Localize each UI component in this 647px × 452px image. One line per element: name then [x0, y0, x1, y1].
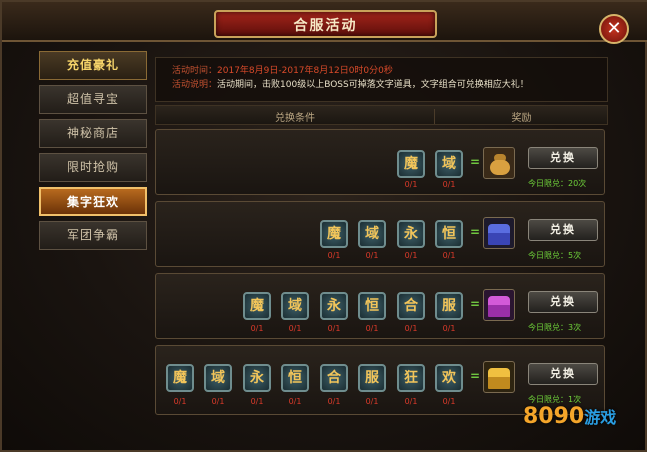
sidebar-item-flash-sale[interactable]: 限时抢购	[39, 153, 147, 182]
column-condition: 兑换条件	[156, 109, 435, 124]
title-plate: 合服活动	[214, 10, 437, 38]
word-count: 0/1	[442, 397, 456, 406]
word-tile: 合	[397, 292, 425, 320]
sidebar-item-collect-words[interactable]: 集字狂欢	[39, 187, 147, 216]
sidebar-item-legion-battle[interactable]: 军团争霸	[39, 221, 147, 250]
exchange-button[interactable]: 兑换	[528, 363, 598, 385]
word-tile: 恒	[281, 364, 309, 392]
table-row: 魔 域 0/1 0/1 = 兑换 今日限兑：20次	[155, 129, 605, 195]
sidebar-item-mystery-shop[interactable]: 神秘商店	[39, 119, 147, 148]
word-count: 0/1	[404, 180, 418, 189]
window-title: 合服活动	[293, 18, 358, 34]
equals-sign: =	[470, 297, 481, 311]
word-tile: 永	[397, 220, 425, 248]
word-tile: 服	[435, 292, 463, 320]
word-tile: 魔	[166, 364, 194, 392]
word-count: 0/1	[442, 324, 456, 333]
word-tile: 合	[320, 364, 348, 392]
word-count: 0/1	[327, 251, 341, 260]
table-row: 魔 域 永 恒 合 服 0/1 0/1 0/1 0/1 0/1 0/1 = 兑换…	[155, 273, 605, 339]
word-tile: 域	[358, 220, 386, 248]
word-tile: 魔	[243, 292, 271, 320]
word-tile: 域	[281, 292, 309, 320]
word-tile: 魔	[397, 150, 425, 178]
money-bag-icon	[483, 147, 515, 179]
desc-label: 活动说明：	[172, 80, 218, 90]
daily-limit: 今日限兑：20次	[528, 179, 587, 188]
word-tile: 服	[358, 364, 386, 392]
sidebar-item-treasure-hunt[interactable]: 超值寻宝	[39, 85, 147, 114]
word-tile: 域	[204, 364, 232, 392]
word-tile: 永	[243, 364, 271, 392]
column-reward: 奖励	[511, 113, 532, 124]
close-icon[interactable]: ✕	[599, 14, 629, 44]
watermark-brand: 8090	[523, 404, 585, 429]
word-count: 0/1	[404, 397, 418, 406]
word-tile: 域	[435, 150, 463, 178]
word-count: 0/1	[327, 397, 341, 406]
sidebar-item-recharge[interactable]: 充值豪礼	[39, 51, 147, 80]
table-row: 魔 域 永 恒 0/1 0/1 0/1 0/1 = 兑换 今日限兑：5次	[155, 201, 605, 267]
word-count: 0/1	[404, 324, 418, 333]
word-count: 0/1	[250, 324, 264, 333]
word-count: 0/1	[442, 251, 456, 260]
purple-chest-icon	[483, 289, 515, 321]
time-label: 活动时间：	[172, 66, 218, 76]
activity-info: 活动时间：2017年8月9日-2017年8月12日0时0分0秒 活动说明：活动期…	[155, 57, 608, 102]
gold-chest-icon	[483, 361, 515, 393]
word-tile: 欢	[435, 364, 463, 392]
word-count: 0/1	[327, 324, 341, 333]
exchange-button[interactable]: 兑换	[528, 219, 598, 241]
sidebar: 充值豪礼 超值寻宝 神秘商店 限时抢购 集字狂欢 军团争霸	[39, 51, 147, 255]
table-header: 兑换条件 奖励	[155, 105, 608, 125]
word-count: 0/1	[365, 397, 379, 406]
word-tile: 魔	[320, 220, 348, 248]
blue-chest-icon	[483, 217, 515, 249]
word-count: 0/1	[211, 397, 225, 406]
word-tile: 狂	[397, 364, 425, 392]
word-count: 0/1	[288, 397, 302, 406]
watermark-suffix: 游戏	[584, 408, 617, 427]
word-count: 0/1	[404, 251, 418, 260]
exchange-button[interactable]: 兑换	[528, 291, 598, 313]
word-count: 0/1	[173, 397, 187, 406]
word-tile: 恒	[435, 220, 463, 248]
site-watermark-logo: 8090游戏	[523, 404, 616, 429]
daily-limit: 今日限兑：5次	[528, 251, 582, 260]
equals-sign: =	[470, 225, 481, 239]
word-tile: 永	[320, 292, 348, 320]
desc-value: 活动期间，击败100级以上BOSS可掉落文字道具，文字组合可兑换相应大礼！	[217, 80, 529, 90]
word-count: 0/1	[250, 397, 264, 406]
game-window: 合服活动 ✕ 充值豪礼 超值寻宝 神秘商店 限时抢购 集字狂欢 军团争霸 活动时…	[0, 0, 647, 452]
equals-sign: =	[470, 369, 481, 383]
word-count: 0/1	[288, 324, 302, 333]
equals-sign: =	[470, 155, 481, 169]
word-count: 0/1	[365, 251, 379, 260]
daily-limit: 今日限兑：3次	[528, 323, 582, 332]
word-count: 0/1	[365, 324, 379, 333]
word-tile: 恒	[358, 292, 386, 320]
time-value: 2017年8月9日-2017年8月12日0时0分0秒	[217, 66, 393, 76]
word-count: 0/1	[442, 180, 456, 189]
exchange-button[interactable]: 兑换	[528, 147, 598, 169]
